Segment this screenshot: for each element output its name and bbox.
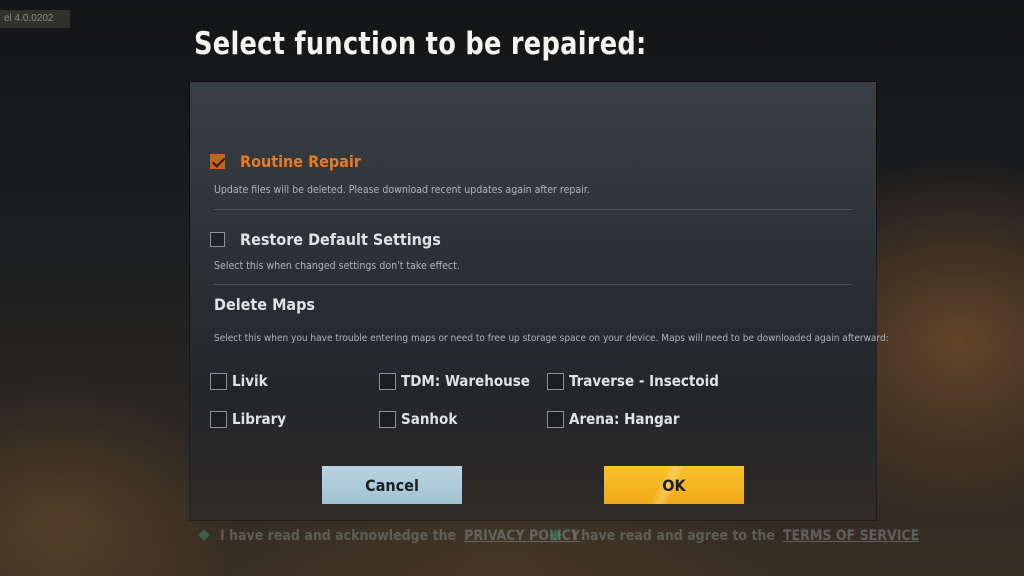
terms-of-service-link[interactable]: TERMS OF SERVICE — [783, 528, 919, 544]
delete-maps-heading: Delete Maps — [214, 295, 315, 314]
map-checkbox[interactable] — [210, 410, 227, 428]
map-label: Sanhok — [401, 410, 458, 428]
map-label: Traverse - Insectoid — [569, 372, 719, 390]
restore-default-checkbox[interactable] — [210, 232, 225, 247]
map-option-traverse-insectoid[interactable]: Traverse - Insectoid — [547, 372, 719, 390]
page-title: Select function to be repaired: — [194, 26, 647, 62]
map-option-sanhok[interactable]: Sanhok — [379, 410, 457, 428]
delete-maps-description: Select this when you have trouble enteri… — [214, 333, 889, 344]
ok-button[interactable]: OK — [604, 466, 744, 504]
privacy-text: I have read and acknowledge the — [220, 528, 457, 544]
map-checkbox[interactable] — [379, 372, 396, 390]
map-label: Arena: Hangar — [569, 410, 680, 428]
divider — [214, 209, 852, 210]
map-option-livik[interactable]: Livik — [210, 372, 268, 390]
privacy-row: I have read and acknowledge the PRIVACY P… — [198, 528, 580, 544]
divider — [214, 284, 852, 285]
terms-row: I have read and agree to the TERMS OF SER… — [550, 528, 919, 544]
routine-repair-checkbox[interactable] — [210, 154, 225, 169]
routine-repair-option[interactable]: Routine Repair — [210, 152, 361, 171]
map-option-arena-hangar[interactable]: Arena: Hangar — [547, 410, 680, 428]
map-option-tdm-warehouse[interactable]: TDM: Warehouse — [379, 372, 530, 390]
routine-repair-label: Routine Repair — [240, 152, 361, 171]
legal-footer: I have read and acknowledge the PRIVACY P… — [190, 528, 919, 548]
repair-panel: Routine Repair Update files will be dele… — [190, 82, 889, 520]
map-checkbox[interactable] — [379, 410, 396, 428]
diamond-bullet-icon — [198, 529, 210, 541]
map-label: Library — [232, 410, 287, 428]
map-option-library[interactable]: Library — [210, 410, 286, 428]
diamond-bullet-icon — [550, 529, 562, 541]
map-checkbox[interactable] — [547, 410, 564, 428]
routine-repair-description: Update files will be deleted. Please dow… — [214, 184, 590, 196]
cancel-button[interactable]: Cancel — [322, 466, 462, 504]
restore-default-description: Select this when changed settings don't … — [214, 260, 460, 272]
restore-default-option[interactable]: Restore Default Settings — [210, 230, 441, 249]
map-checkbox[interactable] — [210, 372, 227, 390]
terms-text: I have read and agree to the — [572, 528, 775, 544]
map-label: Livik — [232, 372, 268, 390]
version-label: el 4.0.0202 — [0, 10, 70, 28]
map-label: TDM: Warehouse — [401, 372, 530, 390]
map-checkbox[interactable] — [547, 372, 564, 390]
restore-default-label: Restore Default Settings — [240, 230, 441, 249]
